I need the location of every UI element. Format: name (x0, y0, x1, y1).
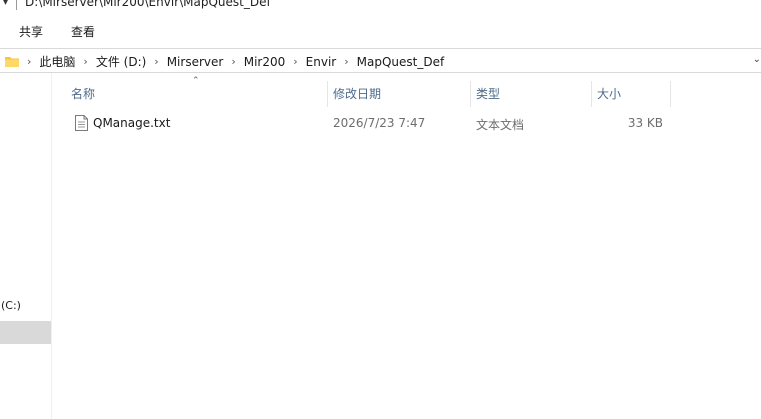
chevron-right-icon[interactable]: › (344, 55, 348, 68)
quick-access-chevron-icon[interactable]: ▾ (3, 0, 8, 8)
file-modified-date: 2026/7/23 7:47 (333, 116, 426, 130)
breadcrumb-mapquest-def[interactable]: MapQuest_Def (357, 55, 445, 69)
file-list: ⌃ 名称 修改日期 类型 大小 QManage.txt 2026/7/23 7:… (54, 73, 761, 419)
column-header-size[interactable]: 大小 (597, 86, 621, 108)
address-bar[interactable]: › 此电脑 › 文件 (D:) › Mirserver › Mir200 › E… (0, 48, 761, 73)
column-divider[interactable] (327, 81, 328, 107)
tab-share[interactable]: 共享 (19, 23, 43, 40)
ribbon-tabs: 共享 查看 (0, 14, 761, 46)
column-divider[interactable] (470, 81, 471, 107)
title-bar: ▾ D:\Mirserver\Mir200\Envir\MapQuest_Def (0, 0, 761, 14)
column-divider[interactable] (670, 81, 671, 107)
chevron-right-icon[interactable]: › (83, 55, 87, 68)
chevron-right-icon[interactable]: › (27, 55, 31, 68)
breadcrumb-envir[interactable]: Envir (306, 55, 337, 69)
text-file-icon (75, 115, 88, 131)
nav-item-selected[interactable] (0, 321, 51, 344)
file-type: 文本文档 (476, 118, 525, 132)
chevron-right-icon[interactable]: › (231, 55, 235, 68)
column-header-type[interactable]: 类型 (476, 86, 500, 108)
sort-ascending-icon: ⌃ (192, 76, 200, 86)
breadcrumb-drive-d[interactable]: 文件 (D:) (96, 53, 146, 70)
window-title: D:\Mirserver\Mir200\Envir\MapQuest_Def (25, 0, 271, 9)
breadcrumb-mir200[interactable]: Mir200 (244, 55, 286, 69)
file-size: 33 KB (627, 116, 663, 130)
navigation-pane: (C:) (0, 73, 52, 419)
folder-icon (5, 57, 19, 67)
column-header-modified[interactable]: 修改日期 (333, 86, 381, 108)
breadcrumb: › 此电脑 › 文件 (D:) › Mirserver › Mir200 › E… (27, 53, 452, 70)
column-divider[interactable] (591, 81, 592, 107)
chevron-down-icon[interactable]: ⌄ (753, 54, 761, 65)
file-name[interactable]: QManage.txt (93, 116, 170, 130)
chevron-right-icon[interactable]: › (293, 55, 297, 68)
column-header-name[interactable]: 名称 (71, 86, 95, 108)
file-explorer-window: ▾ D:\Mirserver\Mir200\Envir\MapQuest_Def… (0, 0, 761, 419)
chevron-right-icon[interactable]: › (154, 55, 158, 68)
breadcrumb-this-pc[interactable]: 此电脑 (39, 53, 75, 70)
tab-view[interactable]: 查看 (71, 23, 95, 40)
file-row[interactable]: QManage.txt 2026/7/23 7:47 文本文档 33 KB (68, 113, 668, 135)
title-separator (16, 0, 17, 10)
nav-item-drive-c[interactable]: (C:) (1, 299, 21, 312)
breadcrumb-mirserver[interactable]: Mirserver (167, 55, 224, 69)
